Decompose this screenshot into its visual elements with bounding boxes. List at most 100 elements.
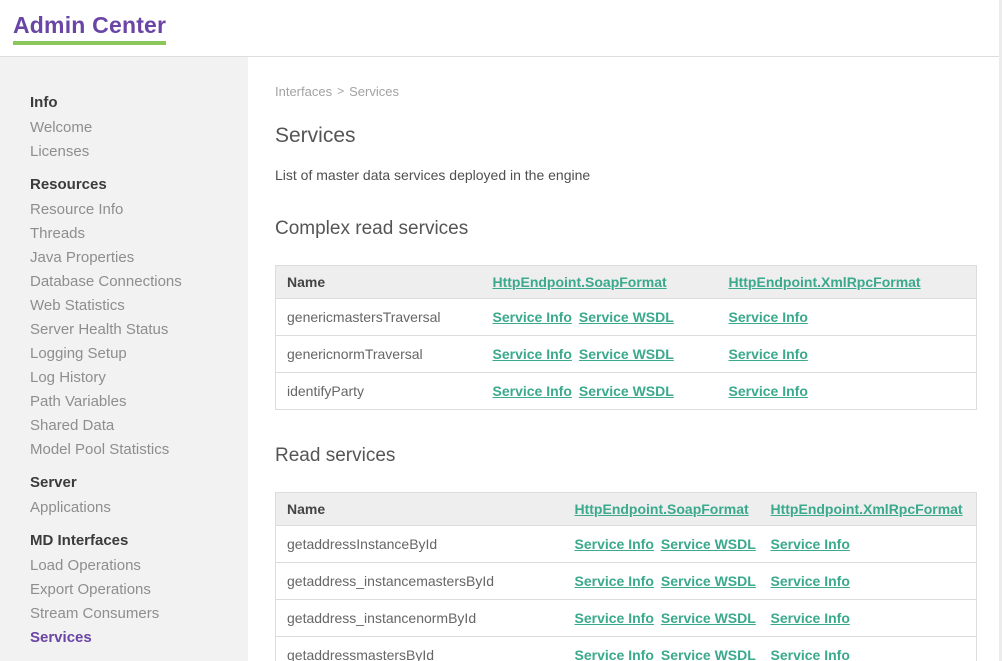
soap-links-cell: Service Info Service WSDL [493,336,729,373]
soap-links-cell: Service Info Service WSDL [493,373,729,410]
sidebar-item-server-health-status[interactable]: Server Health Status [30,318,238,342]
endpoint-column-link-httpendpoint-xmlrpcformat[interactable]: HttpEndpoint.XmlRpcFormat [771,501,963,517]
table-row: genericmastersTraversalService InfoServi… [276,299,977,336]
service-name-cell: identifyParty [276,373,493,410]
sidebar-section-title-resources: Resources [30,172,238,198]
xmlrpc-links-cell: Service Info [771,637,977,661]
sidebar-section-title-server: Server [30,470,238,496]
service-info-link[interactable]: Service Info [771,647,850,661]
sidebar-item-database-connections[interactable]: Database Connections [30,270,238,294]
xmlrpc-links-cell: Service Info [771,563,977,600]
table-row: getaddress_instancenormByIdService InfoS… [276,600,977,637]
page-description: List of master data services deployed in… [275,167,1002,183]
service-info-link[interactable]: Service Info [575,573,654,589]
soap-links-cell: Service Info Service WSDL [575,600,771,637]
sidebar-item-logging-setup[interactable]: Logging Setup [30,342,238,366]
table-row: getaddress_instancemastersByIdService In… [276,563,977,600]
sidebar-section-title-md-interfaces: MD Interfaces [30,528,238,554]
endpoint-column-header: HttpEndpoint.SoapFormat [493,266,729,299]
sidebar-item-resource-info[interactable]: Resource Info [30,198,238,222]
service-info-link[interactable]: Service Info [493,346,572,362]
sidebar-item-load-operations[interactable]: Load Operations [30,554,238,578]
service-info-link[interactable]: Service Info [729,309,808,325]
service-wsdl-link[interactable]: Service WSDL [661,573,756,589]
sidebar-section-server: ServerApplications [30,470,238,520]
xmlrpc-links-cell: Service Info [771,526,977,563]
app-title: Admin Center [13,12,166,45]
endpoint-column-link-httpendpoint-xmlrpcformat[interactable]: HttpEndpoint.XmlRpcFormat [729,274,921,290]
sidebar-item-log-history[interactable]: Log History [30,366,238,390]
service-name-cell: getaddress_instancenormById [276,600,575,637]
sidebar: InfoWelcomeLicenses ResourcesResource Inf… [0,57,248,661]
endpoint-column-header: HttpEndpoint.XmlRpcFormat [771,493,977,526]
sidebar-section-title-info: Info [30,90,238,116]
service-wsdl-link[interactable]: Service WSDL [579,346,674,362]
service-info-link[interactable]: Service Info [493,383,572,399]
sidebar-item-licenses[interactable]: Licenses [30,140,238,164]
breadcrumb-item-services[interactable]: Services [349,84,399,99]
service-name-cell: getaddressInstanceById [276,526,575,563]
soap-links-cell: Service Info Service WSDL [575,563,771,600]
soap-links-cell: Service Info Service WSDL [493,299,729,336]
service-wsdl-link[interactable]: Service WSDL [661,647,756,661]
sidebar-item-services[interactable]: Services [30,626,238,650]
sidebar-item-threads[interactable]: Threads [30,222,238,246]
service-info-link[interactable]: Service Info [729,346,808,362]
sidebar-item-java-properties[interactable]: Java Properties [30,246,238,270]
service-wsdl-link[interactable]: Service WSDL [661,536,756,552]
service-info-link[interactable]: Service Info [575,647,654,661]
service-info-link[interactable]: Service Info [771,536,850,552]
service-wsdl-link[interactable]: Service WSDL [661,610,756,626]
sidebar-item-welcome[interactable]: Welcome [30,116,238,140]
section-title-complex-read-services: Complex read services [275,218,1002,240]
main-content: Interfaces > Services Services List of mas… [248,57,1002,661]
sidebar-section-resources: ResourcesResource InfoThreadsJava Proper… [30,172,238,462]
service-name-cell: genericnormTraversal [276,336,493,373]
service-info-link[interactable]: Service Info [729,383,808,399]
soap-links-cell: Service Info Service WSDL [575,637,771,661]
name-column-header: Name [276,266,493,299]
sidebar-section-md-interfaces: MD InterfacesLoad OperationsExport Opera… [30,528,238,650]
app-header: Admin Center [0,0,1002,57]
service-info-link[interactable]: Service Info [575,610,654,626]
sidebar-item-export-operations[interactable]: Export Operations [30,578,238,602]
sidebar-item-applications[interactable]: Applications [30,496,238,520]
table-row: getaddressInstanceByIdService InfoServic… [276,526,977,563]
table-row: genericnormTraversalService InfoService … [276,336,977,373]
service-name-cell: genericmastersTraversal [276,299,493,336]
service-info-link[interactable]: Service Info [575,536,654,552]
table-header-row: NameHttpEndpoint.SoapFormat HttpEndpoint.… [276,266,977,299]
sidebar-item-stream-consumers[interactable]: Stream Consumers [30,602,238,626]
sidebar-item-web-statistics[interactable]: Web Statistics [30,294,238,318]
table-header-row: NameHttpEndpoint.SoapFormat HttpEndpoint.… [276,493,977,526]
endpoint-column-header: HttpEndpoint.XmlRpcFormat [729,266,977,299]
service-info-link[interactable]: Service Info [771,573,850,589]
xmlrpc-links-cell: Service Info [729,336,977,373]
service-wsdl-link[interactable]: Service WSDL [579,309,674,325]
endpoint-column-link-httpendpoint-soapformat[interactable]: HttpEndpoint.SoapFormat [493,274,667,290]
sidebar-item-shared-data[interactable]: Shared Data [30,414,238,438]
sidebar-item-model-pool-statistics[interactable]: Model Pool Statistics [30,438,238,462]
breadcrumb-item-interfaces[interactable]: Interfaces [275,84,332,99]
xmlrpc-links-cell: Service Info [729,299,977,336]
service-info-link[interactable]: Service Info [493,309,572,325]
page-title: Services [275,124,1002,148]
xmlrpc-links-cell: Service Info [729,373,977,410]
section-title-read-services: Read services [275,445,1002,467]
name-column-header: Name [276,493,575,526]
service-info-link[interactable]: Service Info [771,610,850,626]
service-name-cell: getaddress_instancemastersById [276,563,575,600]
services-table-complex-read-services: NameHttpEndpoint.SoapFormat HttpEndpoint.… [275,265,977,410]
breadcrumb-separator: > [337,84,344,98]
breadcrumb: Interfaces > Services [275,84,1002,99]
xmlrpc-links-cell: Service Info [771,600,977,637]
service-name-cell: getaddressmastersById [276,637,575,661]
service-wsdl-link[interactable]: Service WSDL [579,383,674,399]
sidebar-item-path-variables[interactable]: Path Variables [30,390,238,414]
table-row: getaddressmastersByIdService InfoService… [276,637,977,661]
endpoint-column-link-httpendpoint-soapformat[interactable]: HttpEndpoint.SoapFormat [575,501,749,517]
soap-links-cell: Service Info Service WSDL [575,526,771,563]
services-table-read-services: NameHttpEndpoint.SoapFormat HttpEndpoint.… [275,492,977,661]
table-row: identifyPartyService InfoService WSDLSer… [276,373,977,410]
endpoint-column-header: HttpEndpoint.SoapFormat [575,493,771,526]
